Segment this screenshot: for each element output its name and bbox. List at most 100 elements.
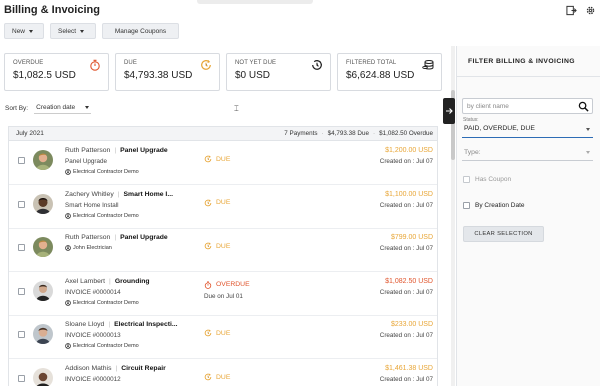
row-checkbox[interactable] (18, 331, 25, 339)
status-text: DUE (216, 329, 231, 337)
row-checkbox[interactable] (18, 375, 25, 382)
status-text: OVERDUE (216, 281, 250, 289)
clock-refresh-icon (204, 242, 212, 250)
company-name: Electrical Contractor Demo (73, 343, 139, 350)
coins-stack-icon (422, 60, 434, 70)
manage-coupons-button[interactable]: Manage Coupons (102, 23, 179, 39)
due-card[interactable]: DUE $4,793.38 USD (115, 53, 220, 91)
row-company: Electrical Contractor Demo (65, 213, 139, 219)
top-center-tab[interactable] (197, 0, 313, 4)
invoice-row[interactable]: Zachery Whitley | Smart Home I... Smart Hom… (9, 185, 437, 229)
invoice-row[interactable]: Ruth Patterson | Panel Upgrade John Electri… (9, 228, 437, 273)
filter-title: FILTER BILLING & INVOICING (468, 58, 575, 65)
sort-by-label: Sort By: (5, 104, 29, 112)
invoice-amount: $1,082.50 USD (385, 277, 433, 285)
chevron-down-icon (586, 151, 590, 154)
status-text: DUE (216, 199, 231, 207)
row-checkbox[interactable] (18, 157, 25, 164)
summary-cards: OVERDUE $1,082.5 USD DUE $4,793.38 USD N… (4, 53, 442, 91)
row-subtitle: INVOICE #0000013 (65, 332, 121, 340)
status-badge: DUE (204, 329, 230, 337)
export-icon[interactable] (566, 5, 577, 16)
card-label: NOT YET DUE (235, 60, 277, 66)
company-icon (65, 245, 71, 252)
client-name[interactable]: Zachery Whitley (65, 191, 114, 198)
status-select[interactable]: PAID, OVERDUE, DUE (462, 123, 593, 138)
company-icon (65, 212, 71, 219)
job-title[interactable]: Panel Upgrade (120, 147, 168, 154)
has-coupon-option[interactable]: Has Coupon (463, 176, 511, 183)
row-header: Ruth Patterson | Panel Upgrade (65, 147, 168, 154)
client-search[interactable] (462, 98, 593, 114)
client-name[interactable]: Addison Mathis (65, 365, 111, 372)
invoice-amount: $233.00 USD (390, 321, 433, 329)
invoice-row[interactable]: Addison Mathis | Circuit Repair INVOICE #00… (9, 359, 437, 386)
search-input[interactable] (467, 101, 573, 112)
job-title[interactable]: Smart Home I... (124, 191, 173, 198)
has-coupon-checkbox[interactable] (463, 176, 470, 183)
select-button[interactable]: Select (50, 23, 96, 39)
type-select[interactable]: Type: (462, 146, 593, 161)
company-icon (65, 299, 71, 306)
row-checkbox[interactable] (18, 287, 25, 295)
card-value: $0 USD (235, 70, 271, 81)
invoice-amount: $1,200.00 USD (385, 147, 433, 154)
status-badge: DUE (204, 373, 230, 381)
filtered-total-card[interactable]: FILTERED TOTAL $6,624.88 USD (337, 53, 442, 91)
card-value: $1,082.5 USD (13, 70, 76, 81)
job-title[interactable]: Panel Upgrade (120, 234, 168, 241)
card-value: $4,793.38 USD (124, 70, 193, 81)
created-date: Created on : Jul 07 (379, 245, 433, 253)
status-badge: DUE (204, 199, 230, 207)
status-text: DUE (216, 155, 231, 163)
client-name[interactable]: Axel Lambert (65, 278, 105, 285)
invoice-row[interactable]: Ruth Patterson | Panel Upgrade Panel Upgrad… (9, 141, 437, 185)
top-bar: Billing & Invoicing (0, 0, 600, 22)
row-subtitle: Smart Home Install (65, 201, 119, 209)
row-header: Sloane Lloyd | Electrical Inspecti... (65, 321, 178, 328)
by-creation-date-checkbox[interactable] (463, 202, 470, 209)
type-select-placeholder: Type: (464, 149, 481, 156)
separator: · (372, 130, 376, 137)
text-cursor-icon: ⌶ (234, 104, 239, 113)
job-title[interactable]: Grounding (115, 278, 150, 285)
sort-by-select[interactable]: Creation date (34, 102, 92, 114)
status-badge: OVERDUE (204, 281, 250, 289)
row-header: Axel Lambert | Grounding (65, 278, 150, 285)
clock-refresh-icon (204, 373, 212, 381)
client-name[interactable]: Ruth Patterson (65, 147, 110, 154)
created-date: Created on : Jul 07 (379, 288, 433, 296)
clock-refresh-icon (201, 59, 211, 70)
search-icon[interactable] (578, 101, 589, 112)
invoice-row[interactable]: Sloane Lloyd | Electrical Inspecti... INVOI… (9, 315, 437, 360)
client-name[interactable]: Sloane Lloyd (65, 321, 104, 328)
company-name: Electrical Contractor Demo (73, 299, 139, 306)
new-button[interactable]: New (4, 23, 44, 39)
separator: | (114, 234, 117, 242)
not-yet-due-card[interactable]: NOT YET DUE $0 USD (226, 53, 331, 91)
due-total: $4,793.38 Due (327, 130, 369, 137)
gear-icon[interactable] (585, 5, 596, 16)
chevron-down-icon (29, 29, 34, 33)
row-company: Electrical Contractor Demo (65, 300, 139, 306)
row-checkbox[interactable] (18, 200, 25, 208)
row-checkbox[interactable] (18, 244, 25, 252)
list-group-header: July 2021 7 Payments · $4,793.38 Due · $… (9, 127, 437, 141)
filter-panel: FILTER BILLING & INVOICING (456, 46, 600, 386)
invoice-row[interactable]: Axel Lambert | Grounding INVOICE #0000014 El… (9, 272, 437, 316)
job-title[interactable]: Electrical Inspecti... (114, 321, 177, 328)
chevron-down-icon (85, 106, 90, 109)
row-subtitle: INVOICE #0000014 (65, 288, 121, 296)
clear-selection-button[interactable]: CLEAR SELECTION (463, 226, 544, 242)
job-title[interactable]: Circuit Repair (121, 365, 166, 372)
card-value: $6,624.88 USD (346, 70, 415, 81)
client-name[interactable]: Ruth Patterson (65, 234, 110, 241)
divider (457, 76, 600, 77)
invoice-amount: $799.00 USD (390, 234, 433, 242)
collapse-filter-button[interactable] (443, 98, 455, 124)
by-creation-date-option[interactable]: By Creation Date (463, 202, 525, 209)
stopwatch-icon (90, 59, 100, 71)
overdue-card[interactable]: OVERDUE $1,082.5 USD (4, 53, 109, 91)
status-select-value: PAID, OVERDUE, DUE (464, 125, 535, 132)
row-company: Electrical Contractor Demo (65, 343, 139, 349)
